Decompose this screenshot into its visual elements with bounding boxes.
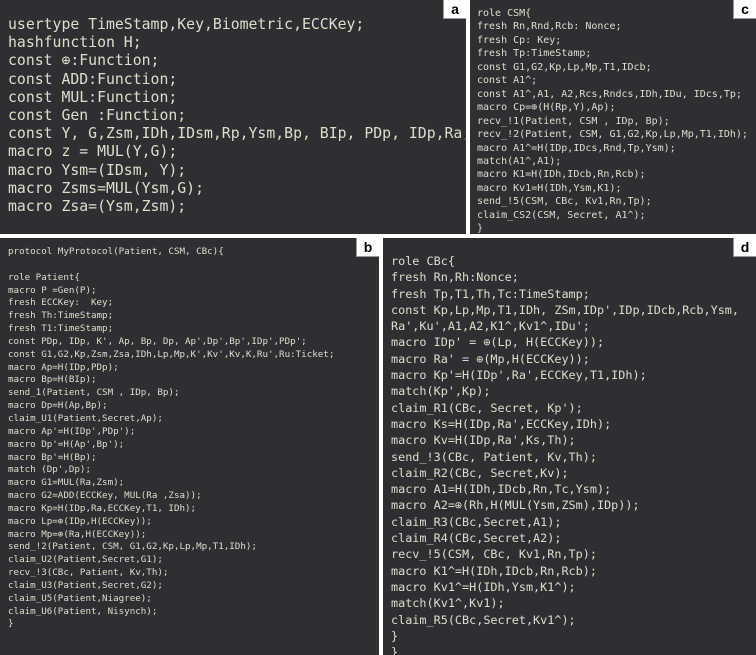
code-line: macro G2=ADD(ECCKey, MUL(Ra ,Zsa)); — [8, 490, 202, 502]
code-line: send_!3(CBc, Patient, Kv,Th); — [391, 449, 597, 464]
code-line: send_!5(CSM, CBc, Kv1,Rn,Tp); — [477, 196, 652, 208]
code-line: macro Ysm=(IDsm, Y); — [8, 161, 187, 179]
code-line: role CBc{ — [391, 254, 455, 268]
code-line: recv_!3(CBc, Patient, Kv,Th); — [8, 567, 169, 579]
code-line: claim_R2(CBc, Secret,Kv); — [391, 465, 569, 480]
code-line: usertype TimeStamp,Key,Biometric,ECCKey; — [8, 16, 365, 33]
panel-label-a: a — [443, 0, 466, 19]
code-line: claim_U5(Patient,Niagree); — [8, 592, 152, 604]
panel-a: usertype TimeStamp,Key,Biometric,ECCKey;… — [0, 0, 466, 234]
panel-label-c: c — [733, 0, 756, 19]
code-line: recv_!5(CSM, CBc, Kv1,Rn,Tp); — [391, 547, 597, 562]
code-line: macro A1^=H(IDp,IDcs,Rnd,Tp,Ysm); — [477, 142, 676, 154]
code-line: macro Mp=⊕(Ra,H(ECCKey)); — [8, 528, 147, 540]
code-line: macro Lp=⊕(IDp,H(ECCKey)); — [8, 515, 152, 527]
code-line: fresh Tp,T1,Th,Tc:TimeStamp; — [391, 286, 590, 301]
code-line: macro Kp=H(IDp,Ra,ECCKey,T1, IDh); — [8, 502, 197, 514]
code-line: const Gen :Function; — [8, 107, 187, 125]
code-line: macro Ks=H(IDp,Ra',ECCKey,IDh); — [391, 416, 612, 431]
code-line: const G1,G2,Kp,Zsm,Zsa,IDh,Lp,Mp,K',Kv',… — [8, 348, 335, 360]
code-line: send_!2(Patient, CSM, G1,G2,Kp,Lp,Mp,T1,… — [8, 541, 257, 553]
code-line: fresh Cp: Key; — [477, 34, 562, 46]
code-line: const A1^,A1, A2,Rcs,Rndcs,IDh,IDu, IDcs… — [477, 88, 742, 100]
code-line: match(Kp',Kp); — [391, 384, 491, 399]
code-line: fresh Tp:TimeStamp; — [477, 48, 592, 60]
code-line: fresh ECCKey: Key; — [8, 297, 114, 309]
code-line: const A1^; — [477, 75, 538, 87]
code-line: claim_R4(CBc,Secret,A2); — [391, 531, 562, 546]
code-line: macro Dp=H(Ap,Bp); — [8, 400, 108, 412]
code-line: fresh Th:TimeStamp; — [8, 310, 114, 322]
code-line: claim_R3(CBc,Secret,A1); — [391, 514, 562, 529]
code-line: macro Kv1^=H(IDh,Ysm,K1^); — [391, 579, 576, 594]
code-line: const ⊕:Function; — [8, 52, 160, 70]
code-line: } — [8, 618, 14, 630]
code-line: macro Ap=H(IDp,PDp); — [8, 361, 119, 373]
code-block-b: protocol MyProtocol(Patient, CSM, CBc){ … — [8, 246, 334, 631]
code-line: macro Kv=H(IDp,Ra',Ks,Th); — [391, 433, 576, 448]
code-block-d: role CBc{ fresh Rn,Rh:Nonce; fresh Tp,T1,T… — [391, 253, 739, 655]
code-line: const Y, G,Zsm,IDh,IDsm,Rp,Ysm,Bp, BIp, … — [8, 125, 466, 143]
code-line: macro P =Gen(P); — [8, 284, 97, 296]
code-line: macro Cp=⊕(H(Rp,Y),Ap); — [477, 102, 616, 114]
code-line: Ra',Ku',A1,A2,K1^,Kv1^,IDu'; — [391, 319, 590, 334]
code-line: macro Zsa=(Ysm,Zsm); — [8, 198, 187, 216]
panel-label-d: d — [733, 238, 756, 257]
code-line: macro A2=⊕(Rh,H(MUL(Ysm,ZSm),IDp)); — [391, 498, 640, 513]
code-line: macro Ra' = ⊕(Mp,H(ECCKey)); — [391, 351, 590, 366]
code-line: macro K1^=H(IDh,IDcb,Rn,Rcb); — [391, 563, 597, 578]
code-line: claim_U2(Patient,Secret,G1); — [8, 554, 163, 566]
code-block-a: usertype TimeStamp,Key,Biometric,ECCKey;… — [8, 16, 466, 216]
code-line: claim_U1(Patient,Secret,Ap); — [8, 412, 163, 424]
code-line: const ADD:Function; — [8, 70, 178, 88]
code-line: hashfunction H; — [8, 34, 142, 52]
code-block-c: role CSM{ fresh Rn,Rnd,Rcb: Nonce; fresh C… — [477, 7, 748, 234]
code-line: macro Kp'=H(IDp',Ra',ECCKey,T1,IDh); — [391, 368, 647, 383]
code-line: macro G1=MUL(Ra,Zsm); — [8, 477, 125, 489]
code-line: const MUL:Function; — [8, 88, 178, 106]
code-line: macro z = MUL(Y,G); — [8, 143, 178, 161]
code-line: const Kp,Lp,Mp,T1,IDh, ZSm,IDp',IDp,IDcb… — [391, 302, 740, 317]
panel-b: protocol MyProtocol(Patient, CSM, CBc){ … — [0, 238, 379, 655]
panel-label-b: b — [356, 238, 379, 257]
panel-c: role CSM{ fresh Rn,Rnd,Rcb: Nonce; fresh C… — [470, 0, 756, 234]
code-line: send_1(Patient, CSM , IDp, Bp); — [8, 387, 180, 399]
code-line: fresh T1:TimeStamp; — [8, 323, 114, 335]
code-line: } — [477, 223, 484, 234]
panel-d: role CBc{ fresh Rn,Rh:Nonce; fresh Tp,T1,T… — [383, 238, 756, 655]
code-line: const PDp, IDp, K', Ap, Bp, Dp, Ap',Dp',… — [8, 335, 307, 347]
code-line: macro K1=H(IDh,IDcb,Rn,Rcb); — [477, 169, 646, 181]
code-line: claim_U6(Patient, Nisynch); — [8, 605, 158, 617]
code-line: } — [391, 628, 399, 643]
code-line: role Patient{ — [8, 271, 80, 283]
code-line: macro A1=H(IDh,IDcb,Rn,Tc,Ysm); — [391, 482, 612, 497]
code-line: macro Bp=H(BIp); — [8, 374, 97, 386]
code-line: recv_!2(Patient, CSM, G1,G2,Kp,Lp,Mp,T1,… — [477, 129, 748, 141]
code-line: recv_!1(Patient, CSM , IDp, Bp); — [477, 115, 670, 127]
code-line: protocol MyProtocol(Patient, CSM, CBc){ — [8, 246, 224, 257]
code-line: fresh Rn,Rnd,Rcb: Nonce; — [477, 21, 622, 33]
code-line: macro Zsms=MUL(Ysm,G); — [8, 179, 204, 197]
code-line: claim_U3(Patient,Secret,G2); — [8, 579, 163, 591]
code-line: macro IDp' = ⊕(Lp, H(ECCKey)); — [391, 335, 605, 350]
code-line: } — [391, 645, 399, 655]
code-line: match(Kv1^,Kv1); — [391, 596, 505, 611]
code-line: claim_R5(CBc,Secret,Kv1^); — [391, 612, 576, 627]
code-line: macro Bp'=H(Bp); — [8, 451, 97, 463]
code-line: match (Dp',Dp); — [8, 464, 91, 476]
code-line: role CSM{ — [477, 8, 532, 19]
code-line: const G1,G2,Kp,Lp,Mp,T1,IDcb; — [477, 61, 652, 73]
code-line: macro Kv1=H(IDh,Ysm,K1); — [477, 182, 622, 194]
code-line: macro Ap'=H(IDp',PDp'); — [8, 425, 136, 437]
code-line: match(A1^,A1); — [477, 155, 562, 167]
code-line: fresh Rn,Rh:Nonce; — [391, 270, 519, 285]
code-line: claim_R1(CBc, Secret, Kp'); — [391, 400, 583, 415]
code-line: macro Dp'=H(Ap',Bp'); — [8, 438, 125, 450]
code-line: claim_CS2(CSM, Secret, A1^); — [477, 209, 646, 221]
